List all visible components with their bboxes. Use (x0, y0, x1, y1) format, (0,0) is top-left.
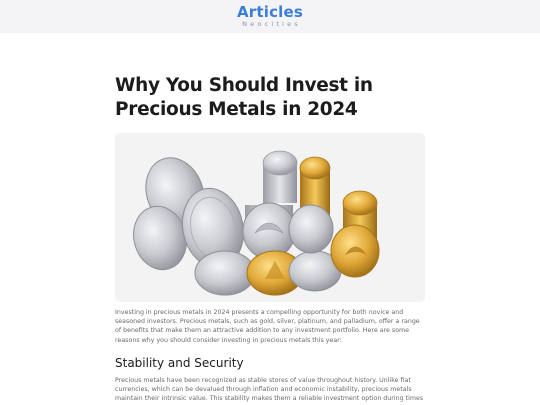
logo-subtitle: Neocities (242, 20, 301, 28)
article-title: Why You Should Invest in Precious Metals… (115, 75, 373, 120)
coins-illustration (115, 133, 425, 302)
section-paragraph: Precious metals have been recognized as … (115, 377, 424, 403)
site-header: Articles Neocities (0, 0, 540, 33)
intro-paragraph: Investing in precious metals in 2024 pre… (115, 309, 420, 344)
section-heading: Stability and Security (115, 356, 244, 370)
site-logo-link[interactable]: Articles Neocities (0, 4, 540, 28)
hero-image (115, 133, 425, 302)
logo-title: Articles (236, 3, 304, 21)
